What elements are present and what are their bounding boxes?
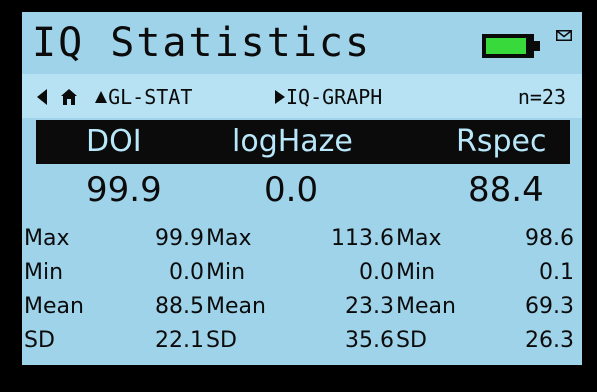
nav-back-to-gl-stat[interactable]: GL-STAT bbox=[36, 84, 192, 110]
home-icon bbox=[61, 89, 78, 105]
sample-count: n=23 bbox=[517, 85, 566, 109]
header-loghaze: logHaze bbox=[232, 124, 353, 159]
nav-to-iq-graph[interactable]: IQ-GRAPH bbox=[274, 84, 382, 110]
stat-row-sd: SD 22.1 SD 35.6 SD 26.3 bbox=[22, 326, 582, 360]
stat-row-min: Min 0.0 Min 0.0 Min 0.1 bbox=[22, 258, 582, 292]
stat-row-max: Max 99.9 Max 113.6 Max 98.6 bbox=[22, 224, 582, 258]
column-header-bar: DOI logHaze Rspec bbox=[36, 120, 570, 164]
stat-value-rspec: 26.3 bbox=[525, 328, 574, 353]
stat-value-doi: 0.0 bbox=[169, 260, 204, 285]
battery-level-fill bbox=[486, 38, 526, 54]
value-rspec: 88.4 bbox=[468, 170, 544, 210]
stat-value-doi: 88.5 bbox=[155, 294, 204, 319]
stat-label: Min bbox=[206, 260, 246, 285]
stat-value-loghaze: 0.0 bbox=[359, 260, 394, 285]
battery-tip bbox=[534, 41, 540, 51]
stat-label: Mean bbox=[396, 294, 456, 319]
page-title: IQ Statistics bbox=[32, 20, 372, 66]
stat-label: Mean bbox=[206, 294, 266, 319]
navigation-bar: GL-STAT IQ-GRAPH n=23 bbox=[22, 74, 582, 118]
nav-left-label: GL-STAT bbox=[108, 85, 193, 109]
back-arrow-icon bbox=[37, 89, 47, 105]
stat-value-loghaze: 35.6 bbox=[345, 328, 394, 353]
stat-value-rspec: 0.1 bbox=[539, 260, 574, 285]
stat-label: Max bbox=[396, 226, 442, 251]
stat-label: Max bbox=[206, 226, 252, 251]
stat-label: Min bbox=[24, 260, 64, 285]
title-bar: IQ Statistics bbox=[22, 12, 582, 74]
value-loghaze: 0.0 bbox=[264, 170, 319, 210]
stat-value-rspec: 98.6 bbox=[525, 226, 574, 251]
up-triangle-icon bbox=[95, 91, 108, 103]
nav-right-label: IQ-GRAPH bbox=[286, 85, 383, 109]
stat-row-mean: Mean 88.5 Mean 23.3 Mean 69.3 bbox=[22, 292, 582, 326]
battery-body bbox=[482, 34, 534, 58]
right-triangle-icon bbox=[275, 90, 285, 104]
stat-value-loghaze: 23.3 bbox=[345, 294, 394, 319]
stat-label: Min bbox=[396, 260, 436, 285]
battery-icon bbox=[482, 34, 542, 60]
value-doi: 99.9 bbox=[86, 170, 162, 210]
mail-icon bbox=[556, 30, 572, 41]
stat-value-loghaze: 113.6 bbox=[331, 226, 394, 251]
stat-label: SD bbox=[24, 328, 55, 353]
stat-label: SD bbox=[206, 328, 237, 353]
header-doi: DOI bbox=[86, 124, 142, 159]
header-rspec: Rspec bbox=[456, 124, 547, 159]
device-screen: IQ Statistics GL-STAT IQ-GRAPH n=23 DOI … bbox=[22, 12, 582, 365]
stat-label: SD bbox=[396, 328, 427, 353]
stat-label: Max bbox=[24, 226, 70, 251]
stat-value-doi: 99.9 bbox=[155, 226, 204, 251]
stat-label: Mean bbox=[24, 294, 84, 319]
stat-value-rspec: 69.3 bbox=[525, 294, 574, 319]
stat-value-doi: 22.1 bbox=[155, 328, 204, 353]
